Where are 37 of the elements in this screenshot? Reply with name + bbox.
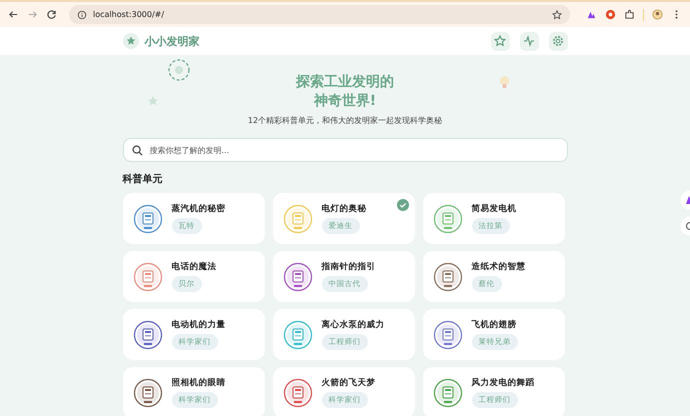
unit-title: 简易发电机 <box>472 203 516 215</box>
hero-title: 神奇世界! <box>314 92 376 111</box>
address-bar[interactable]: localhost:3000/#/ <box>69 5 570 24</box>
unit-title: 飞机的翅膀 <box>472 319 516 331</box>
star-icon <box>494 35 506 47</box>
settings-button[interactable] <box>548 32 568 50</box>
search-field[interactable]: 搜索你想了解的发明... <box>122 138 568 162</box>
hero-title: 探索工业发明的 <box>296 73 394 92</box>
hero-subtitle: 12个精彩科普单元，和伟大的发明家一起发现科学奥秘 <box>248 115 442 126</box>
unit-title: 照相机的眼睛 <box>172 377 226 389</box>
reload-icon[interactable] <box>46 9 57 20</box>
unit-title: 造纸术的智慧 <box>472 261 526 273</box>
search-icon <box>132 144 142 156</box>
section-title: 科普单元 <box>122 172 164 186</box>
pulse-icon <box>523 35 535 47</box>
profile-icon[interactable] <box>652 9 663 20</box>
star-icon <box>146 95 158 107</box>
unit-title: 电灯的奥秘 <box>322 203 366 215</box>
puzzle-icon[interactable] <box>624 9 635 20</box>
unit-title: 离心水泵的威力 <box>322 319 384 331</box>
unit-title: 电话的魔法 <box>172 261 216 273</box>
star-logo-icon <box>122 33 138 49</box>
extension-icon[interactable] <box>586 9 597 20</box>
dashed-circle-icon <box>168 59 190 81</box>
light-bulb-icon <box>498 75 510 90</box>
favorites-button[interactable] <box>490 32 510 50</box>
unit-title: 指南针的指引 <box>322 261 376 273</box>
unit-title: 蒸汽机的秘密 <box>172 203 226 215</box>
back-icon[interactable] <box>8 9 19 20</box>
unit-title: 火箭的飞天梦 <box>322 377 376 389</box>
settings-icon <box>552 35 564 47</box>
extension-icon[interactable] <box>605 9 616 20</box>
bookmark-star-icon[interactable] <box>552 10 562 20</box>
info-icon[interactable] <box>77 10 87 20</box>
unit-title: 电动机的力量 <box>172 319 226 331</box>
unit-title: 风力发电的舞蹈 <box>472 377 534 389</box>
activity-button[interactable] <box>520 32 538 50</box>
